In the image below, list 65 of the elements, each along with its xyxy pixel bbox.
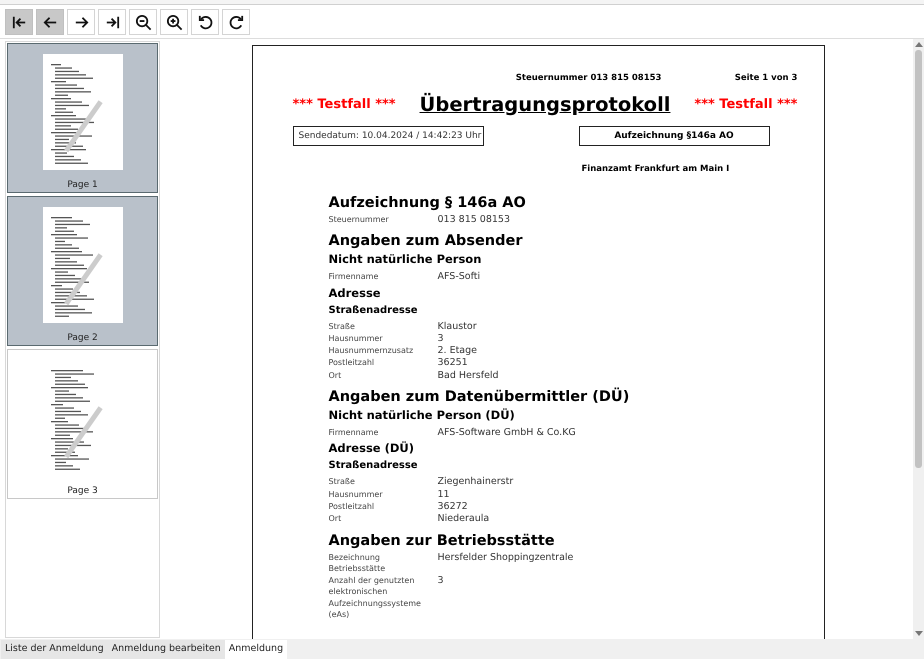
- tax-number-header: Steuernummer 013 815 08153: [516, 73, 662, 83]
- tax-office: Finanzamt Frankfurt am Main I: [582, 164, 730, 174]
- field-label: Anzahl der genutzten elektronischen Aufzeichnungssysteme (eAs): [328, 575, 422, 620]
- field-label: Steuernummer: [328, 214, 390, 226]
- subsection-heading: Nicht natürliche Person: [328, 252, 482, 266]
- field-value: Bad Hersfeld: [438, 370, 499, 382]
- field-label: Postleitzahl: [328, 357, 376, 369]
- tab[interactable]: Anmeldung: [224, 640, 288, 659]
- field-value: Hersfelder Shoppingzentrale: [438, 552, 574, 565]
- field-value: Niederaula: [438, 513, 490, 525]
- section-heading: Angaben zum Datenübermittler (DÜ): [328, 389, 630, 406]
- group-heading: Straßenadresse: [328, 304, 419, 316]
- page-thumbnail[interactable]: Page 1: [7, 43, 158, 193]
- field-label: Bezeichnung Betriebsstätte: [328, 552, 386, 574]
- tab[interactable]: Liste der Anmeldung: [1, 640, 108, 659]
- field-label: Postleitzahl: [328, 500, 376, 512]
- subsection-heading: Adresse (DÜ): [328, 441, 415, 456]
- field-label: Straße: [328, 476, 356, 488]
- test-case-label: *** Testfall ***: [694, 97, 798, 112]
- field-value: 36251: [438, 357, 468, 369]
- field-value: 013 815 08153: [438, 214, 510, 226]
- field-label: Ort: [328, 513, 342, 525]
- forward-arrow-button[interactable]: [67, 9, 95, 35]
- subsection-heading: Adresse: [328, 286, 382, 300]
- document-title: Übertragungsprotokoll: [420, 93, 670, 116]
- zoom-out-button[interactable]: [129, 9, 157, 35]
- field-value: 11: [438, 488, 450, 500]
- page-label: Page 3: [67, 486, 98, 496]
- zoom-in-button[interactable]: [160, 9, 188, 35]
- subsection-heading: Nicht natürliche Person (DÜ): [328, 408, 516, 422]
- rotate-right-button[interactable]: [222, 9, 250, 35]
- field-label: Straße: [328, 320, 356, 332]
- field-label: Hausnummernzusatz: [328, 345, 414, 356]
- field-value: 2. Etage: [438, 345, 478, 356]
- page-label: Page 2: [67, 333, 98, 343]
- zoom-in-icon: [164, 12, 184, 32]
- field-label: Firmenname: [328, 427, 380, 438]
- field-value: AFS-Softi: [438, 271, 480, 283]
- page-indicator: Seite 1 von 3: [734, 73, 798, 83]
- field-label: Hausnummer: [328, 488, 384, 500]
- record-type-box: Aufzeichnung §146a AO: [578, 126, 770, 146]
- field-value: 3: [438, 575, 444, 588]
- rotate-left-button[interactable]: [191, 9, 219, 35]
- field-value: 36272: [438, 500, 468, 512]
- field-value: Ziegenhainerstr: [438, 476, 514, 488]
- field-value: Klaustor: [438, 320, 477, 332]
- field-label: Firmenname: [328, 271, 380, 283]
- field-value: AFS-Software GmbH & Co.KG: [438, 427, 576, 438]
- scrollbar[interactable]: [913, 39, 924, 639]
- page-thumbnail[interactable]: Page 3: [7, 349, 158, 499]
- section-heading: Angaben zur Betriebsstätte: [328, 532, 556, 549]
- section-heading: Aufzeichnung § 146a AO: [328, 195, 527, 211]
- send-date-box: Sendedatum: 10.04.2024 / 14:42:23 Uhr: [292, 126, 484, 146]
- zoom-out-icon: [134, 12, 152, 32]
- tab[interactable]: Anmeldung bearbeiten: [108, 640, 225, 659]
- section-heading: Angaben zum Absender: [328, 233, 524, 250]
- page-label: Page 1: [67, 180, 98, 190]
- scroll-thumb[interactable]: [915, 50, 922, 468]
- field-value: 3: [438, 332, 444, 344]
- page-thumbnail[interactable]: Page 2: [7, 196, 158, 346]
- field-label: Hausnummer: [328, 332, 384, 344]
- test-case-label: *** Testfall ***: [292, 97, 396, 112]
- field-label: Ort: [328, 370, 342, 382]
- group-heading: Straßenadresse: [328, 460, 419, 472]
- last-page-button[interactable]: [98, 9, 126, 35]
